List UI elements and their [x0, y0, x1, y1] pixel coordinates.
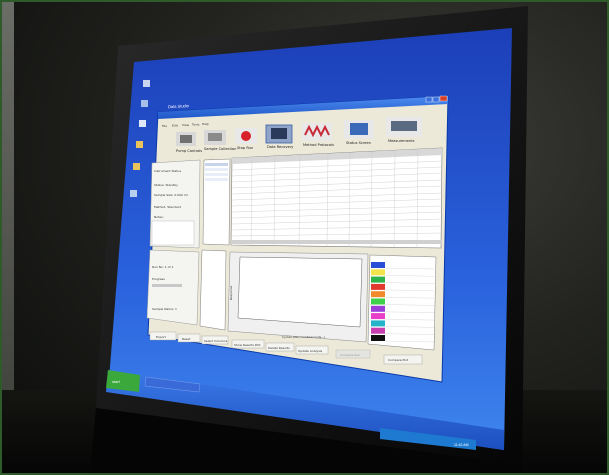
legend-swatch	[371, 305, 385, 312]
device-icon	[391, 121, 417, 131]
monitor-photo: Data Studio File Edit View Tools Help Pu…	[90, 6, 528, 475]
left-panel-line: Instrument Status	[154, 169, 181, 173]
left-panel-line: Notes:	[154, 215, 164, 219]
legend-swatch	[371, 291, 385, 298]
chart-panel: Cycles (die count/seconds...) Response	[227, 251, 369, 343]
left-panel-line: Method: Standard	[154, 205, 181, 209]
list-item[interactable]	[205, 173, 228, 176]
plot-area	[237, 256, 363, 328]
legend-swatch	[371, 298, 385, 305]
menu-item[interactable]: Tools	[191, 123, 200, 127]
button-label: Update Analysis	[298, 349, 323, 353]
legend-swatch	[371, 269, 385, 276]
pump-icon	[180, 135, 192, 143]
legend-swatch	[371, 327, 385, 334]
photo-scene: Data Studio File Edit View Tools Help Pu…	[0, 0, 609, 475]
left-lower-panel: Run No: 1 of 1 Progress Sample Name: 1	[146, 249, 200, 326]
progress-bar	[152, 284, 182, 287]
maximize-button[interactable]	[432, 96, 440, 103]
menu-item[interactable]: Help	[202, 122, 209, 126]
toolbar-label: Sample Collection	[204, 147, 236, 151]
button-label: Export	[156, 335, 167, 339]
sample-icon	[208, 133, 222, 141]
data-grid	[230, 147, 443, 249]
sample-list[interactable]	[202, 158, 231, 246]
close-button[interactable]	[439, 95, 448, 102]
list-item[interactable]	[205, 168, 228, 171]
monitor-icon	[271, 128, 287, 139]
minimize-button[interactable]	[425, 96, 433, 103]
app-window: Data Studio File Edit View Tools Help Pu…	[146, 95, 449, 383]
button-label: Compare Plot	[388, 358, 409, 362]
left-lower-line: Progress	[152, 277, 165, 281]
desktop-icon-recycle-bin[interactable]	[141, 100, 148, 107]
left-panel-line: Sample Size: 0.000 ml	[154, 193, 188, 197]
list-item[interactable]	[205, 163, 228, 166]
left-panel: Instrument Status Status: Standby Sample…	[149, 159, 201, 249]
toolbar-label: Method Protocols	[303, 143, 334, 147]
toolbar-label: Pump Controls	[176, 149, 202, 153]
notes-field[interactable]	[151, 220, 195, 246]
menu-item[interactable]: File	[162, 124, 167, 128]
button-label: Delete Results	[268, 346, 290, 350]
legend-swatch	[371, 335, 385, 341]
button-label: Compare Run	[340, 353, 360, 357]
left-lower-line: Run No: 1 of 1	[152, 265, 173, 269]
screen-icon	[350, 123, 368, 135]
chart-y-label: Response	[229, 285, 233, 300]
chart-x-label: Cycles (die count/seconds...)	[282, 335, 325, 339]
left-panel-line: Status: Standby	[154, 183, 178, 187]
toolbar-label: Measurements	[388, 139, 415, 143]
legend-table	[367, 254, 437, 351]
button-label: Show Results Plot	[234, 343, 261, 347]
grid-scrollbar[interactable]	[232, 240, 442, 244]
tray-clock: 11:42 AM	[454, 443, 469, 447]
list-item[interactable]	[205, 178, 228, 181]
desktop-icon-folder[interactable]	[136, 141, 143, 148]
menu-item[interactable]: Edit	[172, 124, 179, 128]
start-label: start	[112, 379, 121, 384]
desktop-icon-data-studio[interactable]	[133, 163, 140, 170]
desktop-icon-app[interactable]	[130, 190, 137, 197]
legend-swatch	[371, 276, 385, 283]
button-label: Select Columns	[204, 339, 228, 343]
legend-swatch	[371, 313, 385, 320]
legend-swatch	[371, 262, 385, 268]
menu-item[interactable]: View	[182, 123, 190, 127]
stop-icon	[241, 131, 251, 141]
toolbar-label: Stop Run	[237, 146, 253, 150]
button-label: Reset	[182, 337, 191, 341]
legend-swatch	[371, 320, 385, 327]
toolbar-label: Data Recovery	[267, 145, 294, 149]
desktop-icon-network[interactable]	[139, 120, 146, 127]
series-list[interactable]	[199, 249, 227, 331]
desktop-icon-my-computer[interactable]	[143, 80, 150, 87]
legend-swatch	[371, 283, 385, 290]
left-lower-line: Sample Name: 1	[152, 307, 177, 311]
toolbar-label: Status Screen	[346, 141, 371, 145]
